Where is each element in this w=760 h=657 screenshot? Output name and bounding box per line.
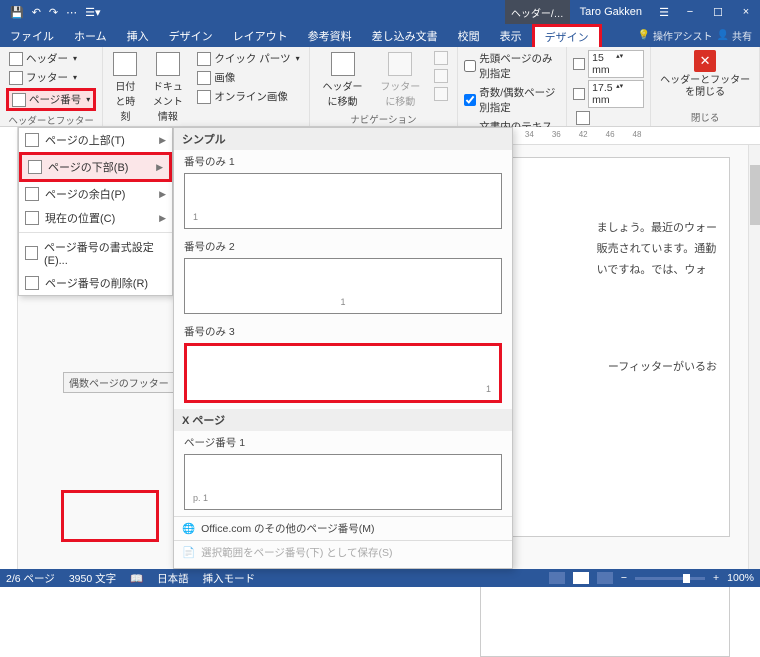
ribbon-group-insert: 日付と時刻 ドキュメント情報▾ クイック パーツ▾ 画像 オンライン画像 挿入 <box>103 47 309 126</box>
tab-layout[interactable]: レイアウト <box>223 24 298 47</box>
header-button[interactable]: ヘッダー▾ <box>6 50 96 67</box>
online-picture-button[interactable]: オンライン画像 <box>194 88 302 105</box>
gallery-item3-label: 番号のみ 3 <box>174 320 512 341</box>
tab-mailings[interactable]: 差し込み文書 <box>362 24 448 47</box>
tab-view[interactable]: 表示 <box>490 24 532 47</box>
globe-icon: 🌐 <box>182 522 195 535</box>
link-previous-button[interactable] <box>431 86 451 102</box>
page-number-gallery: シンプル 番号のみ 1 1 番号のみ 2 1 番号のみ 3 1 X ページ ペー… <box>173 127 513 569</box>
tab-review[interactable]: 校閲 <box>448 24 490 47</box>
gallery-item2[interactable]: 1 <box>184 258 502 314</box>
tab-insert[interactable]: 挿入 <box>117 24 159 47</box>
ribbon-group-hf: ヘッダー▾ フッター▾ ページ番号▾ ヘッダーとフッター <box>0 47 103 126</box>
gallery-section-x: X ページ <box>174 409 512 431</box>
gallery-item4-label: ページ番号 1 <box>174 431 512 452</box>
vertical-ruler <box>0 127 18 569</box>
qa-custom-icon[interactable]: ⋯ <box>66 6 77 19</box>
gallery-section-simple: シンプル <box>174 128 512 150</box>
quickparts-button[interactable]: クイック パーツ▾ <box>194 50 302 67</box>
ribbon-group-close: ✕ ヘッダーとフッターを閉じる 閉じる <box>651 47 760 126</box>
ribbon-group-position: 15 mm▴▾ 17.5 mm▴▾ 位置 <box>567 47 651 126</box>
page-2[interactable] <box>480 577 730 657</box>
insert-align-tab[interactable] <box>573 110 644 126</box>
statusbar: 2/6 ページ 3950 文字 📖 日本語 挿入モード − + 100% <box>0 569 760 587</box>
tell-me[interactable]: 💡 操作アシスト <box>637 28 712 43</box>
tab-file[interactable]: ファイル <box>0 24 64 47</box>
odd-even-check[interactable]: 奇数/偶数ページ別指定 <box>464 84 560 116</box>
view-web-icon[interactable] <box>597 572 613 584</box>
status-words[interactable]: 3950 文字 <box>69 571 116 586</box>
status-lang[interactable]: 日本語 <box>157 571 189 586</box>
gallery-item2-label: 番号のみ 2 <box>174 235 512 256</box>
zoom-slider[interactable] <box>635 577 705 580</box>
user-name[interactable]: Taro Gakken <box>570 6 652 18</box>
ribbon: ヘッダー▾ フッター▾ ページ番号▾ ヘッダーとフッター 日付と時刻 ドキュメン… <box>0 47 760 127</box>
touch-icon[interactable]: ☰▾ <box>85 6 100 19</box>
ribbon-group-nav: ヘッダーに移動 フッターに移動 ナビゲーション <box>310 47 459 126</box>
status-mode[interactable]: 挿入モード <box>203 571 256 586</box>
docinfo-button[interactable]: ドキュメント情報▾ <box>145 50 190 136</box>
ribbon-display-icon[interactable]: ☰ <box>652 6 676 19</box>
window-close[interactable]: × <box>732 6 760 19</box>
share-button[interactable]: 👤 共有 <box>717 28 752 43</box>
page-number-button[interactable]: ページ番号▾ <box>6 88 96 111</box>
undo-icon[interactable]: ↶ <box>32 6 41 19</box>
datetime-button[interactable]: 日付と時刻 <box>109 50 141 136</box>
ribbon-group-close-label: 閉じる <box>657 108 753 124</box>
body-text: ましょう。最近のウォー 販売されています。通勤 いですね。では、ウォ <box>597 218 717 281</box>
tab-home[interactable]: ホーム <box>64 24 117 47</box>
save-icon[interactable]: 💾 <box>10 6 24 19</box>
first-page-check[interactable]: 先頭ページのみ別指定 <box>464 50 560 82</box>
picture-button[interactable]: 画像 <box>194 69 302 86</box>
menu-current-position[interactable]: 現在の位置(C)▶ <box>19 206 172 230</box>
close-hf-icon[interactable]: ✕ <box>694 50 716 72</box>
status-proof-icon[interactable]: 📖 <box>130 572 143 585</box>
ribbon-tabs: ファイル ホーム 挿入 デザイン レイアウト 参考資料 差し込み文書 校閲 表示… <box>0 24 760 47</box>
gallery-office-more[interactable]: 🌐Office.com のその他のページ番号(M) <box>174 516 512 540</box>
goto-footer-button[interactable]: フッターに移動 <box>373 50 427 110</box>
tab-design[interactable]: デザイン <box>159 24 223 47</box>
menu-top-of-page[interactable]: ページの上部(T)▶ <box>19 128 172 152</box>
menu-bottom-of-page[interactable]: ページの下部(B)▶ <box>19 152 172 182</box>
gallery-item4[interactable]: p. 1 <box>184 454 502 510</box>
page-1[interactable]: ましょう。最近のウォー 販売されています。通勤 いですね。では、ウォ ーフィッタ… <box>480 157 730 537</box>
quick-access: 💾 ↶ ↷ ⋯ ☰▾ <box>0 6 111 19</box>
tab-hf-design[interactable]: デザイン <box>532 24 602 47</box>
header-top-spin[interactable]: 15 mm▴▾ <box>573 50 644 78</box>
gallery-item3[interactable]: 1 <box>184 343 502 403</box>
ribbon-group-hf-label: ヘッダーとフッター <box>6 111 96 127</box>
footer-bottom-spin[interactable]: 17.5 mm▴▾ <box>573 80 644 108</box>
page-number-menu: ページの上部(T)▶ ページの下部(B)▶ ページの余白(P)▶ 現在の位置(C… <box>18 127 173 296</box>
zoom-out[interactable]: − <box>621 572 627 584</box>
menu-format-page-number[interactable]: ページ番号の書式設定(E)... <box>19 235 172 271</box>
window-minimize[interactable]: − <box>676 6 704 19</box>
titlebar: 💾 ↶ ↷ ⋯ ☰▾ ヘッダー/… Taro Gakken ☰ − ☐ × <box>0 0 760 24</box>
status-page[interactable]: 2/6 ページ <box>6 571 55 586</box>
menu-page-margin[interactable]: ページの余白(P)▶ <box>19 182 172 206</box>
window-maximize[interactable]: ☐ <box>704 6 732 19</box>
redo-icon[interactable]: ↷ <box>49 6 58 19</box>
prev-section-button[interactable] <box>431 50 451 66</box>
tab-references[interactable]: 参考資料 <box>298 24 362 47</box>
zoom-in[interactable]: + <box>713 572 719 584</box>
save-selection-icon: 📄 <box>182 546 195 559</box>
side-text: ーフィッターがいるお <box>608 358 717 374</box>
view-print-icon[interactable] <box>573 572 589 584</box>
ribbon-group-nav-label: ナビゲーション <box>316 110 452 126</box>
vertical-scrollbar[interactable] <box>748 145 760 569</box>
footer-button[interactable]: フッター▾ <box>6 69 96 86</box>
footer-tag: 偶数ページのフッター <box>63 372 175 393</box>
goto-header-button[interactable]: ヘッダーに移動 <box>316 50 370 110</box>
next-section-button[interactable] <box>431 68 451 84</box>
ribbon-group-options: 先頭ページのみ別指定 奇数/偶数ページ別指定 文書内のテキストを表示 オプション <box>458 47 567 126</box>
menu-remove-page-number[interactable]: ページ番号の削除(R) <box>19 271 172 295</box>
contextual-tab-label: ヘッダー/… <box>505 0 570 24</box>
zoom-level[interactable]: 100% <box>727 572 754 584</box>
gallery-item1-label: 番号のみ 1 <box>174 150 512 171</box>
gallery-item1[interactable]: 1 <box>184 173 502 229</box>
view-read-icon[interactable] <box>549 572 565 584</box>
gallery-save-selection: 📄選択範囲をページ番号(下) として保存(S) <box>174 540 512 564</box>
document-area: 30 34 36 42 46 48 ましょう。最近のウォー 販売されています。通… <box>0 127 760 569</box>
close-hf-label[interactable]: ヘッダーとフッターを閉じる <box>657 75 753 99</box>
